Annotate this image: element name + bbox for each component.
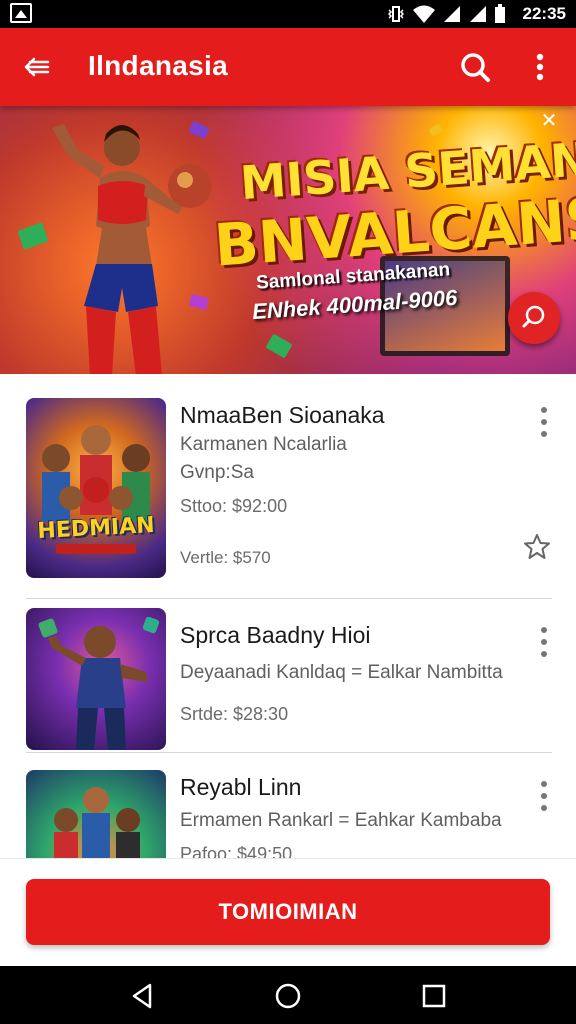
promo-banner[interactable]: MISIA SEMAN BNVALCANS Samlonal stanakana…	[0, 106, 576, 374]
wifi-icon	[413, 5, 435, 23]
confetti-shape	[428, 123, 444, 137]
back-arrow-icon[interactable]	[22, 52, 52, 82]
item-title: NmaaBen Sioanaka	[180, 402, 385, 428]
status-icons	[386, 4, 506, 24]
warrior-artwork	[38, 616, 160, 750]
nav-recents-icon[interactable]	[420, 982, 448, 1010]
banner-search-fab[interactable]	[508, 292, 560, 344]
more-options-icon[interactable]	[528, 50, 552, 84]
signal-icon-2	[470, 6, 486, 22]
status-bar: 22:35	[0, 0, 576, 28]
search-icon	[522, 305, 545, 328]
item-subtitle: Ermamen Rankarl = Eahkar Kambaba	[180, 810, 502, 831]
game-thumbnail	[26, 608, 166, 750]
app-title: Ilndanasia	[88, 50, 228, 81]
item-price: Srtde: $28:30	[180, 704, 289, 724]
game-thumbnail	[26, 770, 166, 858]
bottom-action-panel: TOMIOIMIAN	[0, 858, 576, 966]
item-price: Pafoo: $49:50	[180, 844, 293, 858]
list-item[interactable]: Reyabl Linn Ermamen Rankarl = Eahkar Kam…	[26, 770, 552, 858]
list-item[interactable]: HEDMIAN NmaaBen Sioanaka Karmanen Ncalar…	[26, 398, 552, 578]
thumbnail-ribbon	[56, 544, 136, 554]
item-title: Sprca Baadny Hioi	[180, 622, 371, 648]
system-navigation-bar	[0, 966, 576, 1024]
game-list: HEDMIAN NmaaBen Sioanaka Karmanen Ncalar…	[0, 374, 576, 858]
list-divider	[26, 752, 552, 753]
item-price: Sttoo: $92:00	[180, 496, 288, 516]
list-divider	[26, 598, 552, 599]
close-banner-icon[interactable]: ✕	[538, 110, 560, 132]
favorite-star-icon[interactable]	[522, 532, 552, 562]
team-artwork	[54, 787, 140, 858]
item-genre: Gvnp:Sa	[180, 462, 254, 483]
athlete-illustration	[52, 124, 212, 374]
clock: 22:35	[522, 4, 566, 23]
vibrate-icon	[387, 6, 405, 22]
item-title: Reyabl Linn	[180, 774, 302, 800]
confetti-shape	[265, 333, 293, 359]
gallery-notification-icon	[10, 3, 32, 23]
game-thumbnail: HEDMIAN	[26, 398, 166, 578]
list-item[interactable]: Sprca Baadny Hioi Deyaanadi Kanldaq = Ea…	[26, 608, 552, 750]
app-bar: Ilndanasia	[0, 28, 576, 106]
nav-back-icon[interactable]	[128, 982, 156, 1010]
nav-home-icon[interactable]	[274, 982, 302, 1010]
item-secondary-price: Vertle: $570	[180, 548, 271, 567]
search-icon[interactable]	[458, 50, 492, 84]
primary-action-button[interactable]: TOMIOIMIAN	[26, 879, 550, 945]
item-more-icon[interactable]	[534, 778, 554, 814]
item-more-icon[interactable]	[534, 404, 554, 440]
item-subtitle: Deyaanadi Kanldaq = Ealkar Nambitta	[180, 662, 503, 683]
item-subtitle: Karmanen Ncalarlia	[180, 434, 347, 455]
battery-icon	[495, 4, 505, 23]
signal-icon	[444, 6, 460, 22]
item-more-icon[interactable]	[534, 624, 554, 660]
